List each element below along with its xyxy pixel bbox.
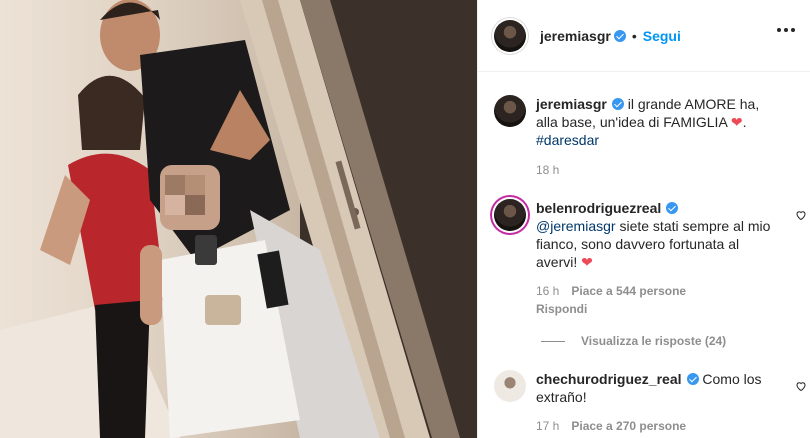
comment-actions: Rispondi bbox=[536, 302, 781, 316]
caption-meta: 18 h bbox=[536, 163, 781, 177]
comment-item: belenrodriguezreal @jeremiasgr siete sta… bbox=[494, 199, 794, 316]
comment-likes[interactable]: Piace a 544 persone bbox=[571, 284, 686, 298]
caption: jeremiasgr il grande AMORE ha, alla base… bbox=[494, 95, 794, 177]
comment-text-block: chechurodriguez_real Como los extraño! bbox=[536, 370, 781, 406]
verified-badge-icon bbox=[686, 373, 699, 385]
comment-mention[interactable]: @jeremiasgr bbox=[536, 218, 616, 234]
comment-text-block: belenrodriguezreal @jeremiasgr siete sta… bbox=[536, 199, 781, 271]
replies-divider bbox=[541, 340, 565, 342]
comment-likes[interactable]: Piace a 270 persone bbox=[571, 419, 686, 433]
post-header: jeremiasgr • Segui bbox=[478, 0, 810, 72]
post-side-panel: jeremiasgr • Segui jeremiasgr il grande … bbox=[477, 0, 810, 438]
comment-username[interactable]: chechurodriguez_real bbox=[536, 371, 682, 387]
follow-button[interactable]: Segui bbox=[643, 28, 681, 44]
view-replies-button[interactable]: Visualizza le risposte (24) bbox=[541, 334, 726, 348]
author-username[interactable]: jeremiasgr bbox=[540, 28, 611, 44]
comment-time[interactable]: 16 h bbox=[536, 284, 559, 298]
commenter-avatar[interactable] bbox=[494, 370, 526, 402]
reply-button[interactable]: Rispondi bbox=[536, 302, 587, 316]
heart-outline-icon[interactable] bbox=[795, 209, 807, 221]
commenter-avatar[interactable] bbox=[494, 199, 526, 231]
verified-badge-icon bbox=[613, 29, 626, 42]
heart-icon: ❤ bbox=[581, 254, 593, 270]
photo-illustration bbox=[0, 0, 477, 438]
comment-item: chechurodriguez_real Como los extraño! 1… bbox=[494, 370, 794, 433]
comment-meta: 17 h Piace a 270 persone bbox=[536, 419, 781, 433]
verified-badge-icon bbox=[666, 202, 679, 214]
separator-dot: • bbox=[631, 27, 637, 44]
caption-hashtag[interactable]: #daresdar bbox=[536, 132, 599, 148]
caption-username[interactable]: jeremiasgr bbox=[536, 96, 607, 112]
comments-list[interactable]: jeremiasgr il grande AMORE ha, alla base… bbox=[478, 73, 810, 438]
caption-avatar[interactable] bbox=[494, 95, 526, 127]
author-avatar[interactable] bbox=[494, 19, 526, 52]
comment-meta: 16 h Piace a 544 persone bbox=[536, 284, 781, 298]
caption-time[interactable]: 18 h bbox=[536, 163, 559, 177]
comment-time[interactable]: 17 h bbox=[536, 419, 559, 433]
view-replies-label[interactable]: Visualizza le risposte (24) bbox=[581, 334, 726, 348]
heart-icon: ❤ bbox=[730, 114, 743, 130]
heart-outline-icon[interactable] bbox=[795, 380, 807, 392]
caption-text-block: jeremiasgr il grande AMORE ha, alla base… bbox=[536, 96, 760, 148]
comment-username[interactable]: belenrodriguezreal bbox=[536, 200, 661, 216]
verified-badge-icon bbox=[611, 98, 624, 110]
more-options-icon[interactable] bbox=[777, 28, 795, 32]
post-photo[interactable] bbox=[0, 0, 477, 438]
